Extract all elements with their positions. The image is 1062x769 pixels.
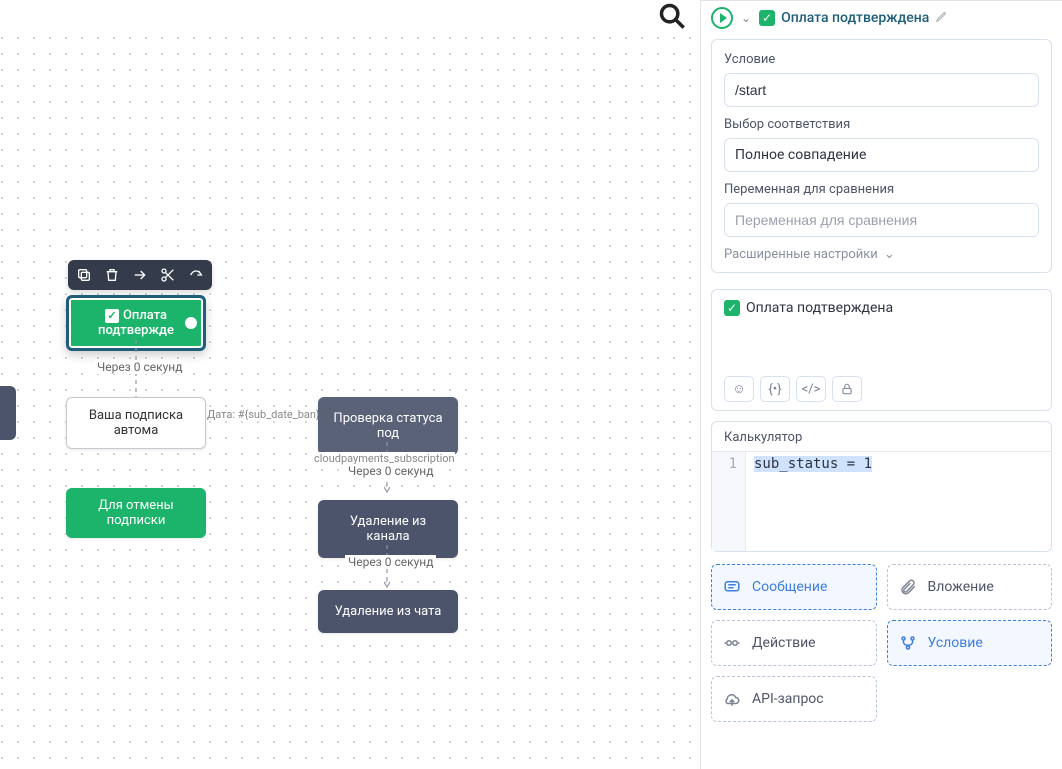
match-label: Выбор соответствия xyxy=(724,117,1039,132)
edge-label: Через 0 секунд xyxy=(94,360,185,374)
check-icon: ✓ xyxy=(724,300,740,316)
advanced-settings-toggle[interactable]: Расширенные настройки ⌄ xyxy=(724,247,1039,262)
button-label: Сообщение xyxy=(752,579,827,595)
api-request-button[interactable]: API-запрос xyxy=(711,676,877,722)
node-remove-channel[interactable]: Удаление из канала xyxy=(318,500,458,558)
button-label: Вложение xyxy=(928,579,994,595)
search-icon[interactable] xyxy=(658,2,686,30)
chevron-down-icon: ⌄ xyxy=(884,247,895,262)
panel-header: ⌄ ✓ Оплата подтверждена xyxy=(701,1,1062,35)
node-check-status[interactable]: Проверка статуса под xyxy=(318,397,458,455)
action-icon xyxy=(722,633,742,653)
button-label: Действие xyxy=(752,635,816,651)
code-icon[interactable]: </> xyxy=(796,376,826,402)
chevron-down-icon[interactable]: ⌄ xyxy=(741,11,751,25)
code-line: sub_status = 1 xyxy=(754,456,872,472)
insert-variable-icon[interactable]: {•} xyxy=(760,376,790,402)
action-button[interactable]: Действие xyxy=(711,620,877,666)
attachment-button[interactable]: Вложение xyxy=(887,564,1053,610)
emoji-icon[interactable]: ☺ xyxy=(724,376,754,402)
edge-label: Через 0 секунд xyxy=(345,464,436,478)
variable-input[interactable] xyxy=(724,203,1039,237)
button-label: Условие xyxy=(928,635,983,651)
node-toolbar xyxy=(68,260,212,290)
edge-annotation-date: Дата: #{sub_date_ban} xyxy=(207,408,320,421)
canvas-top-mask xyxy=(0,0,698,35)
message-preview: ✓ Оплата подтверждена ☺ {•} </> xyxy=(711,289,1052,411)
node-label: Проверка статуса под xyxy=(333,411,442,441)
side-panel: ⌄ ✓ Оплата подтверждена Условие Выбор со… xyxy=(700,0,1062,769)
condition-button[interactable]: Условие xyxy=(887,620,1053,666)
node-output-port[interactable] xyxy=(185,317,197,329)
node-cancel-subscription[interactable]: Для отмены подписки xyxy=(66,488,206,538)
check-icon: ✓ xyxy=(105,309,119,323)
trash-icon[interactable] xyxy=(102,264,122,286)
condition-form: Условие Выбор соответствия Полное совпад… xyxy=(711,39,1052,273)
variable-label: Переменная для сравнения xyxy=(724,182,1039,197)
pencil-icon[interactable] xyxy=(935,9,949,27)
arrow-right-icon[interactable] xyxy=(130,264,150,286)
lock-icon[interactable] xyxy=(832,376,862,402)
calculator-label: Калькулятор xyxy=(724,430,1039,445)
copy-icon[interactable] xyxy=(74,264,94,286)
message-icon xyxy=(722,577,742,597)
editor-toolbar: ☺ {•} </> xyxy=(724,376,862,402)
cloud-icon xyxy=(722,689,742,709)
button-label: API-запрос xyxy=(752,691,824,707)
node-payment-confirmed[interactable]: ✓Оплата подтвержде xyxy=(66,295,206,351)
node-label: Удаление из чата xyxy=(335,604,442,619)
node-label: Ваша подписка автома xyxy=(89,408,183,438)
check-icon: ✓ xyxy=(759,10,775,26)
panel-title-text: Оплата подтверждена xyxy=(781,10,929,26)
panel-title: ✓ Оплата подтверждена xyxy=(759,9,949,27)
message-button[interactable]: Сообщение xyxy=(711,564,877,610)
edge-label: Через 0 секунд xyxy=(345,555,436,569)
match-select[interactable]: Полное совпадение xyxy=(724,138,1039,172)
run-button[interactable] xyxy=(711,7,733,29)
scissors-icon[interactable] xyxy=(158,264,178,286)
action-buttons: Сообщение Вложение Действие Условие API-… xyxy=(711,564,1052,722)
calculator-block: Калькулятор 1 sub_status = 1 xyxy=(711,421,1052,552)
code-editor[interactable]: 1 sub_status = 1 xyxy=(712,451,1051,551)
line-number: 1 xyxy=(712,452,746,551)
node-subscription-auto[interactable]: Ваша подписка автома xyxy=(66,397,206,449)
node-label: Для отмены подписки xyxy=(98,498,173,528)
flow-canvas[interactable]: ✓Оплата подтвержде Через 0 секунд Ваша п… xyxy=(0,0,698,769)
branch-icon xyxy=(898,633,918,653)
node-label: Удаление из канала xyxy=(350,514,426,544)
attachment-icon xyxy=(898,577,918,597)
condition-label: Условие xyxy=(724,52,1039,67)
share-icon[interactable] xyxy=(186,264,206,286)
condition-input[interactable] xyxy=(724,73,1039,107)
preview-text: Оплата подтверждена xyxy=(746,300,893,316)
offscreen-node-slice xyxy=(0,386,16,440)
node-remove-chat[interactable]: Удаление из чата xyxy=(318,590,458,633)
